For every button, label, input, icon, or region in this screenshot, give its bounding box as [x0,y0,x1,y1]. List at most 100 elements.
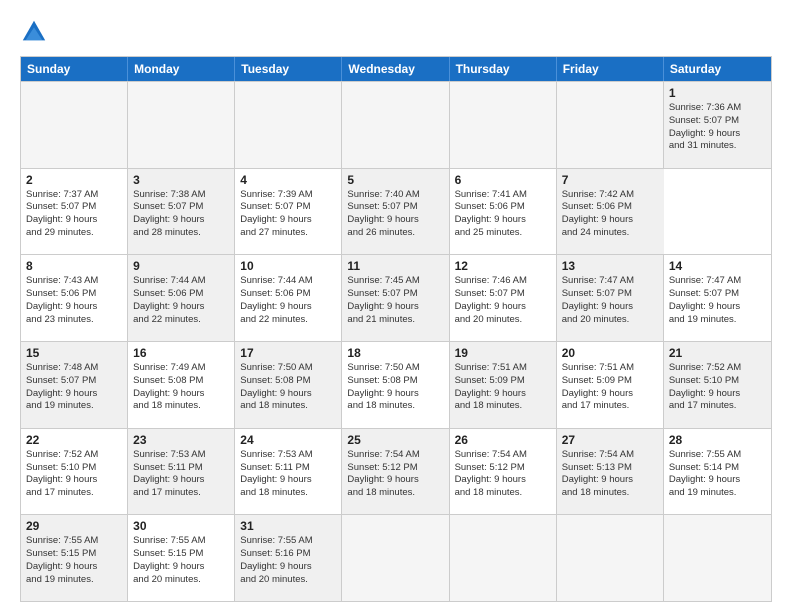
cell-line: Sunset: 5:10 PM [669,375,766,388]
day-number: 9 [133,259,229,273]
cell-line: Sunset: 5:14 PM [669,462,766,475]
cal-cell: 13Sunrise: 7:47 AMSunset: 5:07 PMDayligh… [557,255,664,341]
cell-line: Daylight: 9 hours [562,474,658,487]
day-number: 7 [562,173,659,187]
cell-line: Sunrise: 7:49 AM [133,362,229,375]
cell-line: Daylight: 9 hours [133,388,229,401]
cell-line: Sunrise: 7:52 AM [26,449,122,462]
cell-line: and 17 minutes. [669,400,766,413]
cell-line: and 18 minutes. [240,487,336,500]
cell-line: and 18 minutes. [455,487,551,500]
cell-line: Sunset: 5:07 PM [347,288,443,301]
cell-line: Daylight: 9 hours [347,388,443,401]
cell-line: Sunset: 5:16 PM [240,548,336,561]
cell-line: Daylight: 9 hours [240,301,336,314]
cell-line: Sunset: 5:07 PM [455,288,551,301]
cell-line: and 24 minutes. [562,227,659,240]
cell-line: and 23 minutes. [26,314,122,327]
cell-line: Sunrise: 7:54 AM [562,449,658,462]
day-number: 10 [240,259,336,273]
cell-line: Sunrise: 7:55 AM [133,535,229,548]
day-number: 29 [26,519,122,533]
cell-line: Sunset: 5:07 PM [133,201,229,214]
cell-line: Daylight: 9 hours [455,388,551,401]
cell-line: and 18 minutes. [562,487,658,500]
cell-line: Daylight: 9 hours [562,301,658,314]
cal-cell: 28Sunrise: 7:55 AMSunset: 5:14 PMDayligh… [664,429,771,515]
cell-line: Sunset: 5:08 PM [347,375,443,388]
cal-cell: 7Sunrise: 7:42 AMSunset: 5:06 PMDaylight… [557,169,664,255]
cell-line: Sunset: 5:07 PM [26,375,122,388]
cell-line: Sunrise: 7:54 AM [455,449,551,462]
cal-cell: 15Sunrise: 7:48 AMSunset: 5:07 PMDayligh… [21,342,128,428]
cell-line: and 20 minutes. [240,574,336,587]
cal-cell: 23Sunrise: 7:53 AMSunset: 5:11 PMDayligh… [128,429,235,515]
cell-line: Daylight: 9 hours [133,301,229,314]
cell-line: Sunrise: 7:44 AM [133,275,229,288]
cal-cell: 30Sunrise: 7:55 AMSunset: 5:15 PMDayligh… [128,515,235,601]
cell-line: Sunrise: 7:52 AM [669,362,766,375]
cal-cell: 16Sunrise: 7:49 AMSunset: 5:08 PMDayligh… [128,342,235,428]
day-number: 4 [240,173,336,187]
cell-line: and 20 minutes. [562,314,658,327]
cell-line: Daylight: 9 hours [347,301,443,314]
cell-line: Sunset: 5:06 PM [562,201,659,214]
cell-line: Sunset: 5:12 PM [455,462,551,475]
cell-line: Sunset: 5:07 PM [562,288,658,301]
cell-line: and 25 minutes. [455,227,551,240]
cell-line: and 17 minutes. [26,487,122,500]
cell-line: Sunset: 5:12 PM [347,462,443,475]
cell-line: Sunrise: 7:45 AM [347,275,443,288]
cell-line: and 18 minutes. [455,400,551,413]
cell-line: Sunrise: 7:39 AM [240,189,336,202]
cell-line: Sunrise: 7:47 AM [562,275,658,288]
cell-line: Daylight: 9 hours [562,388,658,401]
cell-line: and 19 minutes. [26,400,122,413]
day-number: 14 [669,259,766,273]
logo-icon [20,18,48,46]
cell-line: Sunset: 5:07 PM [240,201,336,214]
cal-cell: 31Sunrise: 7:55 AMSunset: 5:16 PMDayligh… [235,515,342,601]
cell-line: Sunrise: 7:38 AM [133,189,229,202]
day-number: 28 [669,433,766,447]
cell-line: and 18 minutes. [347,400,443,413]
day-number: 25 [347,433,443,447]
cal-cell: 19Sunrise: 7:51 AMSunset: 5:09 PMDayligh… [450,342,557,428]
cal-cell [21,82,128,168]
cell-line: Daylight: 9 hours [133,474,229,487]
cal-row: 15Sunrise: 7:48 AMSunset: 5:07 PMDayligh… [21,341,771,428]
cell-line: Sunset: 5:09 PM [455,375,551,388]
cell-line: Daylight: 9 hours [562,214,659,227]
cell-line: Sunset: 5:08 PM [240,375,336,388]
cell-line: Sunset: 5:11 PM [133,462,229,475]
cal-cell: 14Sunrise: 7:47 AMSunset: 5:07 PMDayligh… [664,255,771,341]
cell-line: Daylight: 9 hours [240,388,336,401]
cell-line: Sunset: 5:06 PM [455,201,551,214]
day-number: 2 [26,173,122,187]
day-number: 17 [240,346,336,360]
cell-line: Sunrise: 7:55 AM [240,535,336,548]
cell-line: and 27 minutes. [240,227,336,240]
cal-cell: 29Sunrise: 7:55 AMSunset: 5:15 PMDayligh… [21,515,128,601]
cal-row: 1Sunrise: 7:36 AMSunset: 5:07 PMDaylight… [21,81,771,168]
cal-cell: 27Sunrise: 7:54 AMSunset: 5:13 PMDayligh… [557,429,664,515]
cal-cell: 26Sunrise: 7:54 AMSunset: 5:12 PMDayligh… [450,429,557,515]
cell-line: Sunrise: 7:37 AM [26,189,122,202]
cell-line: Sunrise: 7:40 AM [347,189,443,202]
cell-line: and 18 minutes. [347,487,443,500]
cell-line: and 18 minutes. [133,400,229,413]
cell-line: Sunrise: 7:51 AM [455,362,551,375]
cell-line: Daylight: 9 hours [240,561,336,574]
cell-line: Sunset: 5:09 PM [562,375,658,388]
cal-cell [557,82,664,168]
cell-line: and 21 minutes. [347,314,443,327]
logo [20,18,52,46]
cell-line: Sunset: 5:11 PM [240,462,336,475]
cal-cell: 6Sunrise: 7:41 AMSunset: 5:06 PMDaylight… [450,169,557,255]
cell-line: Daylight: 9 hours [26,214,122,227]
cal-cell: 24Sunrise: 7:53 AMSunset: 5:11 PMDayligh… [235,429,342,515]
cal-cell: 20Sunrise: 7:51 AMSunset: 5:09 PMDayligh… [557,342,664,428]
cell-line: Sunset: 5:07 PM [26,201,122,214]
cell-line: Sunset: 5:10 PM [26,462,122,475]
day-number: 26 [455,433,551,447]
